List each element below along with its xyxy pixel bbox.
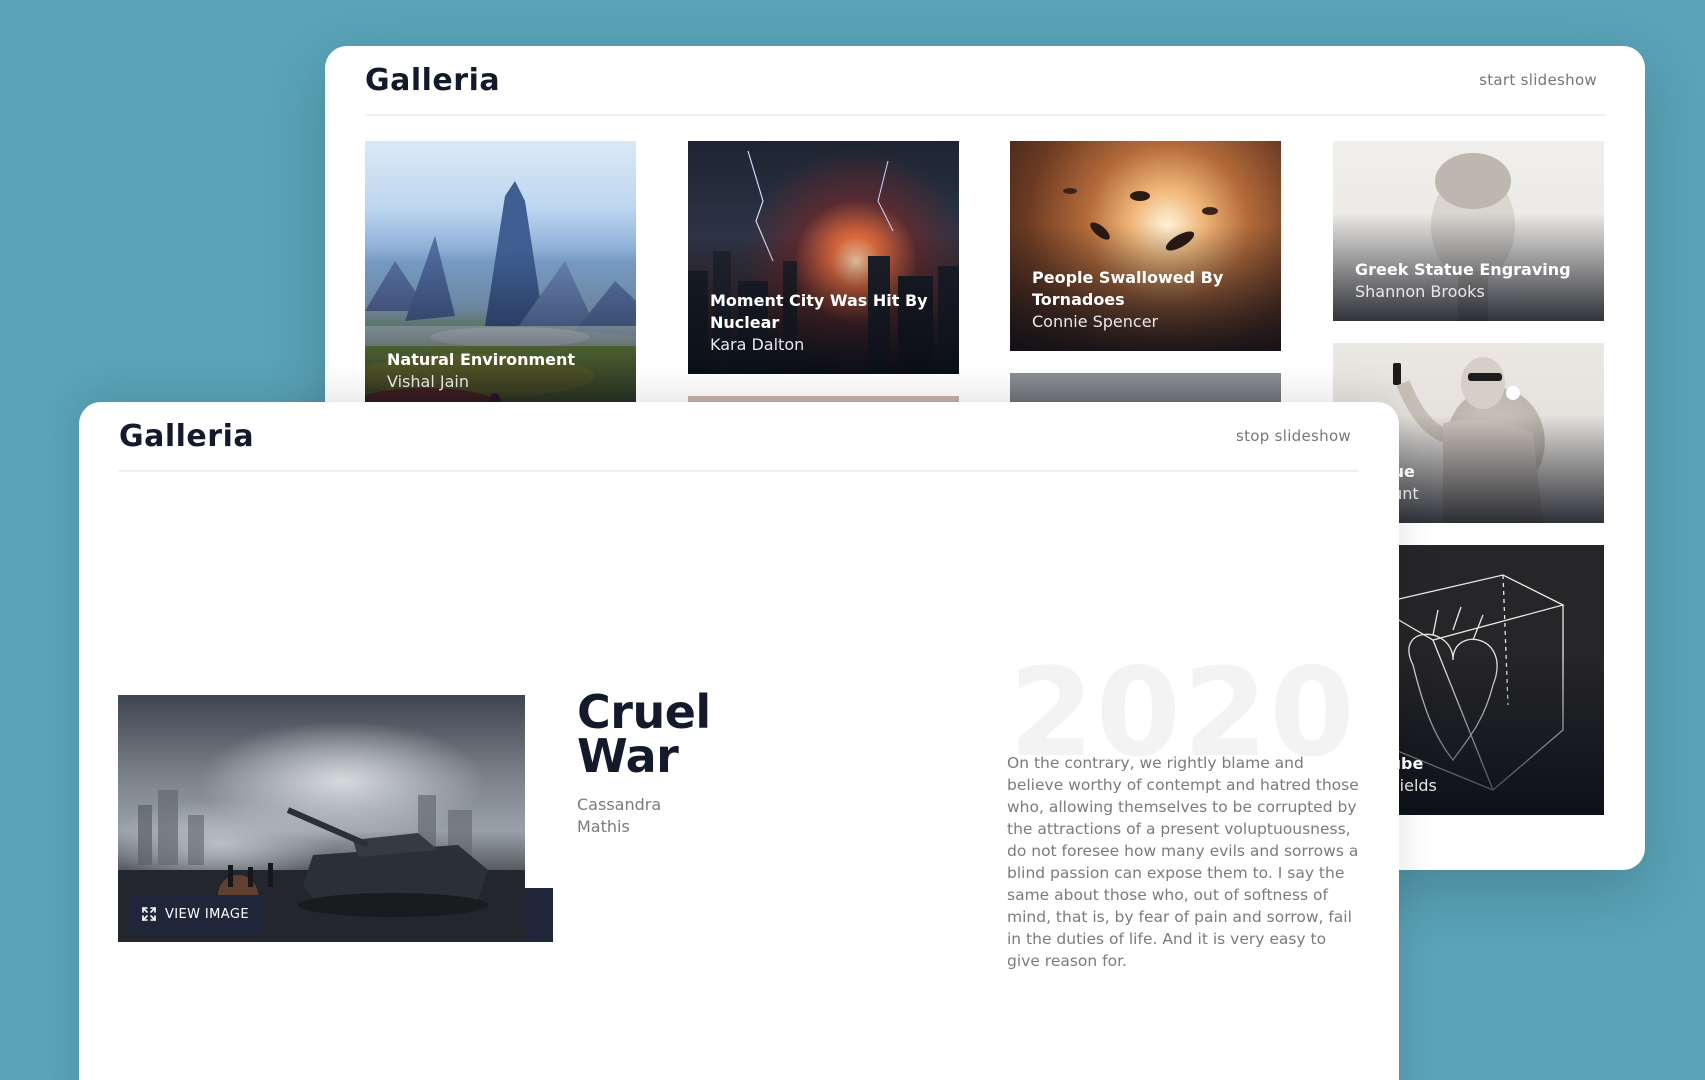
card-caption: Natural Environment Vishal Jain	[387, 349, 618, 393]
hero-image-corner	[525, 888, 553, 942]
start-slideshow-link[interactable]: start slideshow	[1479, 71, 1597, 89]
slideshow-window: Galleria stop slideshow VIEW IMAGE 2020 …	[79, 402, 1399, 1080]
slideshow-logo[interactable]: Galleria	[119, 419, 254, 454]
expand-icon	[142, 907, 156, 921]
artwork-artist: Cassandra Mathis	[577, 795, 662, 836]
card-artist: Kara Dalton	[710, 335, 805, 354]
artwork-title: Cruel War	[577, 685, 711, 783]
gallery-card[interactable]: Greek Statue Engraving Shannon Brooks	[1333, 141, 1604, 321]
artwork-description: On the contrary, we rightly blame and be…	[1007, 754, 1359, 970]
gallery-card[interactable]: Natural Environment Vishal Jain	[365, 141, 636, 411]
card-artist: Vishal Jain	[387, 372, 469, 391]
card-artist: Connie Spencer	[1032, 312, 1159, 331]
gallery-card[interactable]: People Swallowed By Tornadoes Connie Spe…	[1010, 141, 1281, 351]
card-title: Moment City Was Hit By Nuclear	[710, 291, 928, 332]
stop-slideshow-link[interactable]: stop slideshow	[1236, 427, 1351, 445]
card-title: Greek Statue Engraving	[1355, 260, 1571, 279]
card-title: People Swallowed By Tornadoes	[1032, 268, 1224, 309]
card-caption: People Swallowed By Tornadoes Connie Spe…	[1032, 267, 1263, 333]
slideshow-header: Galleria stop slideshow	[119, 402, 1359, 472]
card-caption: Greek Statue Engraving Shannon Brooks	[1355, 259, 1586, 303]
view-image-label: VIEW IMAGE	[165, 906, 249, 922]
gallery-header: Galleria start slideshow	[365, 46, 1605, 116]
gallery-card[interactable]: Moment City Was Hit By Nuclear Kara Dalt…	[688, 141, 959, 374]
gallery-logo[interactable]: Galleria	[365, 63, 500, 98]
card-artist: Shannon Brooks	[1355, 282, 1485, 301]
card-caption: Moment City Was Hit By Nuclear Kara Dalt…	[710, 290, 941, 356]
view-image-button[interactable]: VIEW IMAGE	[130, 895, 261, 933]
card-title: Natural Environment	[387, 350, 576, 369]
